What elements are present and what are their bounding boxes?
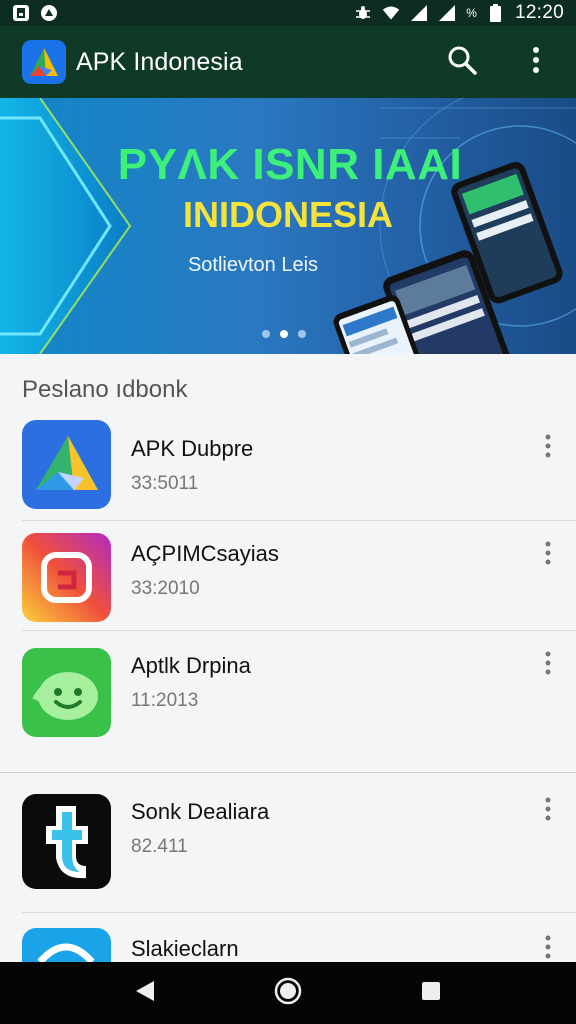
home-button[interactable] xyxy=(260,969,316,1017)
app-bar: APK Indonesia xyxy=(0,26,576,98)
banner-subtitle: INIDONESIA xyxy=(182,194,394,235)
more-vert-icon xyxy=(545,797,551,826)
row-menu-button[interactable] xyxy=(536,934,560,964)
app-name: Aptlk Drpina xyxy=(131,653,251,678)
promo-banner[interactable]: PYΛK ISNR IAAI INIDONESIA Sotlievton Lei… xyxy=(0,98,576,354)
app-meta: 11:2013 xyxy=(131,690,199,711)
signal-icon xyxy=(410,4,428,22)
row-menu-button[interactable] xyxy=(536,540,560,570)
section-divider xyxy=(0,772,576,773)
notification-circle-icon xyxy=(40,4,58,22)
banner-tagline: Sotlievton Leis xyxy=(187,254,319,276)
android-face-icon[interactable] xyxy=(22,648,111,737)
app-name: Sonk Dealiara xyxy=(131,799,270,824)
app-name: APK Dubpre xyxy=(131,436,254,461)
app-meta: 33:5011 xyxy=(131,473,199,494)
wifi-icon xyxy=(382,4,400,22)
status-bar: % 12:20 xyxy=(0,0,576,26)
triangle-play-logo-icon xyxy=(22,40,66,84)
app-name: Slakieclarn xyxy=(131,936,239,961)
app-title: APK Indonesia xyxy=(76,47,243,76)
overflow-menu-button[interactable] xyxy=(512,38,560,86)
more-vert-icon xyxy=(545,651,551,680)
triangle-arrow-icon xyxy=(22,420,111,509)
system-nav-bar xyxy=(0,962,576,1024)
divider xyxy=(22,912,576,913)
battery-icon xyxy=(487,4,505,22)
puzzle-t-icon[interactable] xyxy=(22,794,111,889)
more-vert-icon xyxy=(545,935,551,964)
row-menu-button[interactable] xyxy=(536,433,560,463)
search-button[interactable] xyxy=(438,38,486,86)
row-menu-button[interactable] xyxy=(536,796,560,826)
more-vert-icon xyxy=(532,46,540,79)
page-dot-active[interactable] xyxy=(280,330,288,338)
app-name: AÇPIMCsayias xyxy=(131,541,279,566)
divider xyxy=(22,520,576,521)
more-vert-icon xyxy=(545,434,551,463)
status-time: 12:20 xyxy=(514,2,564,23)
status-bar-left xyxy=(12,4,58,22)
row-menu-button[interactable] xyxy=(536,650,560,680)
back-button[interactable] xyxy=(117,969,173,1017)
home-icon xyxy=(274,977,302,1010)
recents-button[interactable] xyxy=(403,969,459,1017)
banner-page-indicator[interactable] xyxy=(262,330,306,338)
signal-icon xyxy=(438,4,456,22)
search-icon xyxy=(447,45,477,80)
page-dot[interactable] xyxy=(262,330,270,338)
more-vert-icon xyxy=(545,541,551,570)
divider xyxy=(22,630,576,631)
recents-icon xyxy=(421,981,441,1006)
status-bar-right: % 12:20 xyxy=(354,2,564,24)
notification-square-icon xyxy=(12,4,30,22)
blue-dome-icon[interactable] xyxy=(22,928,111,962)
back-icon xyxy=(134,979,156,1008)
bug-icon xyxy=(354,4,372,22)
banner-title: PYΛK ISNR IAAI xyxy=(117,140,463,189)
instagram-like-icon[interactable] xyxy=(22,533,111,622)
page-dot[interactable] xyxy=(298,330,306,338)
battery-percent: % xyxy=(466,6,477,20)
section-title: Peslano ıdbonk xyxy=(22,376,188,403)
app-meta: 33:2010 xyxy=(131,578,200,599)
app-meta: 82.411 xyxy=(131,836,188,857)
